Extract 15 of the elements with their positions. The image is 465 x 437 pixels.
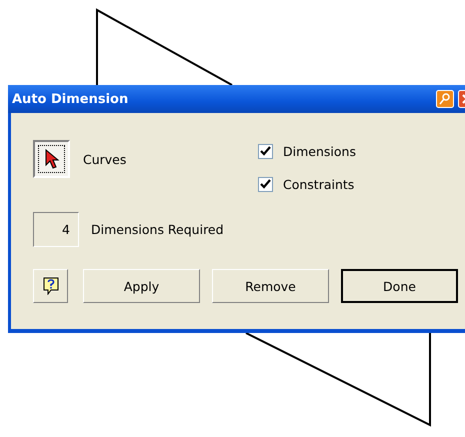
- checkbox-label: Dimensions: [283, 144, 356, 159]
- select-button[interactable]: [33, 140, 70, 178]
- window-title: Auto Dimension: [12, 92, 130, 106]
- checkbox-label: Constraints: [283, 177, 354, 192]
- dialog-button[interactable]: Apply: [83, 269, 200, 303]
- checkbox[interactable]: [258, 177, 273, 192]
- dialog-button[interactable]: Done: [341, 269, 458, 303]
- help-icon: [42, 277, 58, 295]
- help-button[interactable]: [33, 269, 68, 303]
- cursor-icon: [44, 149, 60, 169]
- count-label: Dimensions Required: [91, 222, 224, 237]
- select-label: Curves: [83, 152, 126, 166]
- checkbox[interactable]: [258, 144, 273, 159]
- dialog-button[interactable]: Remove: [212, 269, 329, 303]
- count-field: 4: [33, 212, 79, 247]
